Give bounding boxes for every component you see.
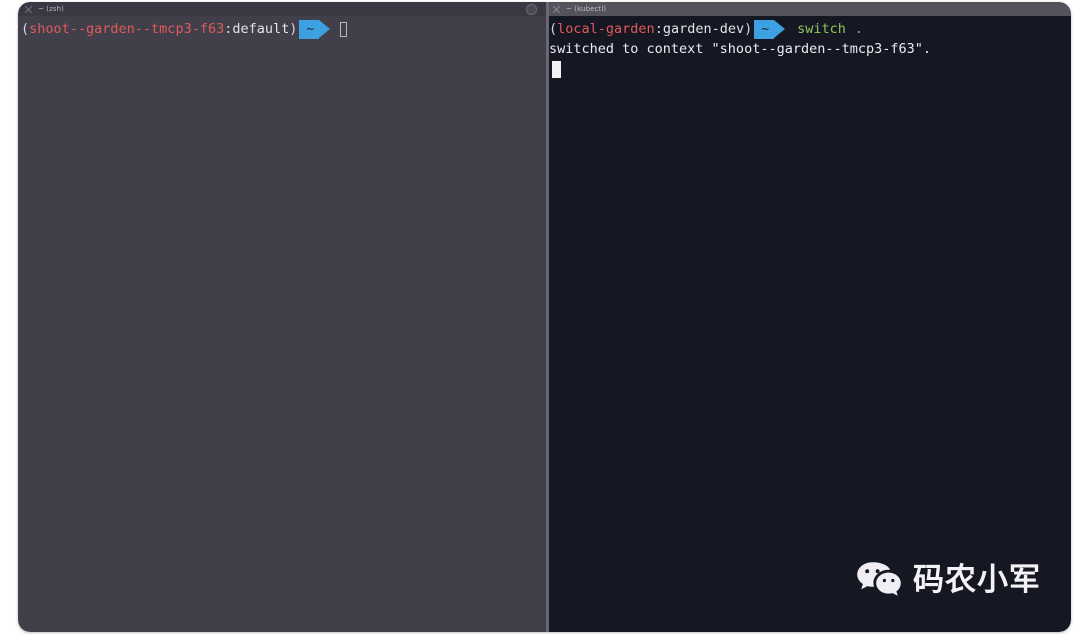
pane-left-tabbar[interactable]: ~ (zsh) bbox=[18, 2, 546, 16]
right-output-line: switched to context "shoot--garden--tmcp… bbox=[549, 41, 932, 57]
left-prompt-open-paren: ( bbox=[21, 21, 30, 37]
right-prompt-context: local-garden bbox=[557, 21, 655, 37]
pane-left-body[interactable]: ( shoot--garden--tmcp3-f63 : default ) ~ bbox=[18, 16, 546, 632]
terminal-pane-right[interactable]: ~ (kubectl) ( local-garden : garden-dev … bbox=[546, 2, 1071, 632]
right-prompt-line: ( local-garden : garden-dev ) ~ switch . bbox=[546, 19, 1071, 39]
pane-right-tab-title[interactable]: ~ (kubectl) bbox=[566, 5, 606, 14]
right-command-argument: . bbox=[854, 21, 863, 37]
right-cursor-row bbox=[546, 59, 1071, 79]
pane-right-tabbar[interactable]: ~ (kubectl) bbox=[546, 2, 1071, 16]
left-prompt-close-paren: ) bbox=[289, 21, 298, 37]
left-prompt-colon: : bbox=[224, 21, 233, 37]
terminal-window: ~ (zsh) ( shoot--garden--tmcp3-f63 : def… bbox=[18, 2, 1071, 632]
circle-indicator-icon[interactable] bbox=[526, 3, 537, 15]
powerline-arrow-icon bbox=[774, 20, 786, 38]
right-prompt-open-paren: ( bbox=[549, 21, 558, 37]
right-prompt-namespace: garden-dev bbox=[662, 21, 745, 37]
right-prompt-path-segment: ~ bbox=[754, 19, 786, 39]
close-icon[interactable] bbox=[24, 5, 33, 14]
screenshot-root: ~ (zsh) ( shoot--garden--tmcp3-f63 : def… bbox=[0, 0, 1080, 634]
close-icon[interactable] bbox=[552, 5, 561, 14]
pane-divider[interactable] bbox=[546, 2, 549, 632]
powerline-arrow-icon bbox=[319, 20, 331, 38]
pane-left-tab-title[interactable]: ~ (zsh) bbox=[38, 5, 64, 14]
right-pane-cursor bbox=[552, 60, 561, 78]
left-prompt-namespace: default bbox=[232, 21, 290, 37]
left-prompt-line: ( shoot--garden--tmcp3-f63 : default ) ~ bbox=[18, 19, 546, 39]
left-prompt-path-label: ~ bbox=[299, 19, 320, 39]
right-prompt-close-paren: ) bbox=[744, 21, 753, 37]
left-prompt-context: shoot--garden--tmcp3-f63 bbox=[29, 21, 225, 37]
pane-right-body[interactable]: ( local-garden : garden-dev ) ~ switch .… bbox=[546, 16, 1071, 632]
right-prompt-path-label: ~ bbox=[754, 19, 775, 39]
left-pane-cursor bbox=[340, 21, 348, 37]
right-command-name: switch bbox=[797, 21, 846, 37]
left-prompt-path-segment: ~ bbox=[299, 19, 331, 39]
terminal-pane-left[interactable]: ~ (zsh) ( shoot--garden--tmcp3-f63 : def… bbox=[18, 2, 546, 632]
right-prompt-colon: : bbox=[654, 21, 663, 37]
